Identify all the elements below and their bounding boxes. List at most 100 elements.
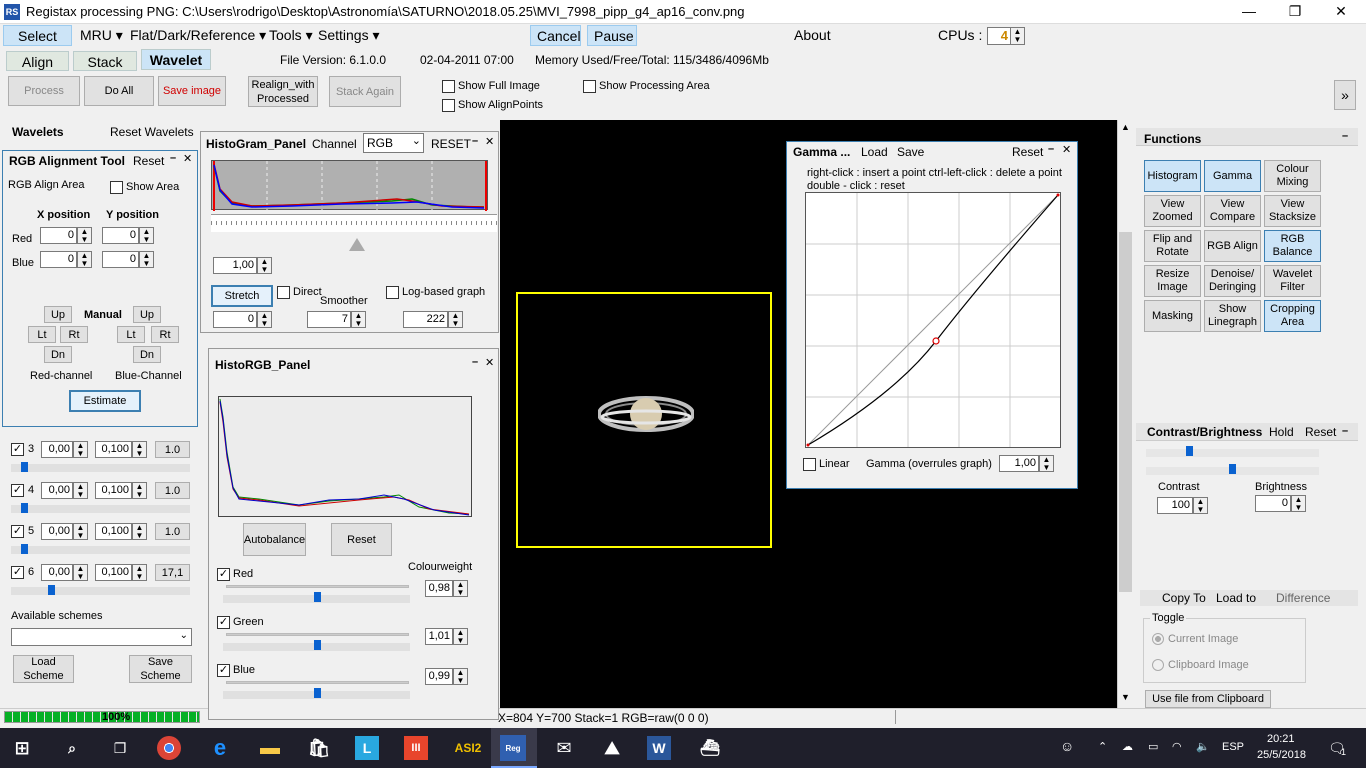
do-all-button[interactable]: Do All: [84, 76, 154, 106]
schemes-select[interactable]: ⌄: [11, 628, 192, 646]
chrome-icon[interactable]: [157, 736, 181, 760]
chevron-up-icon[interactable]: ⌃: [1098, 740, 1107, 753]
blue-slider-thumb[interactable]: [314, 688, 321, 698]
wavelet-denoise-spin-icon[interactable]: ▲ ▼: [73, 482, 88, 499]
cancel-button[interactable]: Cancel: [530, 25, 581, 46]
wavelet-sharpen-input[interactable]: 0,100: [95, 564, 132, 581]
canvas-scroll-thumb[interactable]: [1119, 232, 1132, 592]
contrast-input[interactable]: 100: [1157, 497, 1193, 514]
app-l-icon[interactable]: L: [355, 736, 379, 760]
onedrive-icon[interactable]: ☁: [1122, 740, 1133, 753]
wavelet-sharpen-spin-icon[interactable]: ▲ ▼: [132, 482, 147, 499]
close-panel-icon[interactable]: ✕: [183, 152, 192, 165]
wavelet-denoise-input[interactable]: 0,00: [41, 564, 73, 581]
edge-icon[interactable]: e: [206, 734, 234, 762]
search-icon[interactable]: ⌕: [58, 734, 86, 762]
wavelet-sharpen-input[interactable]: 0,100: [95, 441, 132, 458]
wavelet-denoise-spin-icon[interactable]: ▲ ▼: [73, 523, 88, 540]
wavelet-slider-thumb[interactable]: [21, 462, 28, 472]
show-area-checkbox[interactable]: [110, 181, 123, 194]
wavelet-slider-track[interactable]: [11, 505, 190, 513]
histogram-high-spin-icon[interactable]: ▲ ▼: [448, 311, 463, 328]
show-full-image-checkbox[interactable]: [442, 80, 455, 93]
red-y-input[interactable]: 0: [102, 227, 139, 244]
red-x-input[interactable]: 0: [40, 227, 77, 244]
blue-dn-button[interactable]: Dn: [133, 346, 161, 363]
fn-colour-mixing-button[interactable]: Colour Mixing: [1264, 160, 1321, 192]
red-slider-thumb[interactable]: [314, 592, 321, 602]
wavelet-sharpen-input[interactable]: 0,100: [95, 523, 132, 540]
pause-button[interactable]: Pause: [587, 25, 637, 46]
load-scheme-button[interactable]: Load Scheme: [13, 655, 74, 683]
blue-rt-button[interactable]: Rt: [151, 326, 179, 343]
blue-weight-spin-icon[interactable]: ▲ ▼: [453, 668, 468, 685]
show-alignpoints-checkbox[interactable]: [442, 99, 455, 112]
wavelet-denoise-input[interactable]: 0,00: [41, 523, 73, 540]
contrast-spin-icon[interactable]: ▲ ▼: [1193, 497, 1208, 514]
tab-stack[interactable]: Stack: [73, 51, 137, 71]
autobalance-button[interactable]: Autobalance: [243, 523, 306, 556]
contrast-slider-thumb[interactable]: [1186, 446, 1193, 456]
asi-icon[interactable]: ASI2: [452, 734, 484, 762]
minimize-panel-icon[interactable]: –: [1048, 143, 1054, 155]
wavelet-amount-button[interactable]: 1.0: [155, 441, 190, 458]
minimize-panel-icon[interactable]: –: [1342, 130, 1348, 142]
tab-align[interactable]: Align: [6, 51, 69, 71]
wavelet-amount-button[interactable]: 17,1: [155, 564, 190, 581]
historgb-reset-button[interactable]: Reset: [331, 523, 392, 556]
gamma-load-button[interactable]: Load: [861, 145, 888, 159]
wavelet-sharpen-spin-icon[interactable]: ▲ ▼: [132, 441, 147, 458]
wavelet-slider-track[interactable]: [11, 546, 190, 554]
fn-masking-button[interactable]: Masking: [1144, 300, 1201, 332]
wavelet-denoise-input[interactable]: 0,00: [41, 482, 73, 499]
flat-dark-menu[interactable]: Flat/Dark/Reference ▾: [124, 25, 272, 46]
tools-menu[interactable]: Tools ▾: [263, 25, 319, 46]
minimize-panel-icon[interactable]: –: [170, 152, 176, 164]
rgb-align-reset-button[interactable]: Reset: [133, 154, 164, 168]
wavelet-layer-checkbox[interactable]: [11, 484, 24, 497]
blue-lt-button[interactable]: Lt: [117, 326, 145, 343]
wavelet-slider-thumb[interactable]: [21, 503, 28, 513]
blue-x-input[interactable]: 0: [40, 251, 77, 268]
save-image-button[interactable]: Save image: [158, 76, 226, 106]
green-checkbox[interactable]: [217, 616, 230, 629]
contrast-reset-button[interactable]: Reset: [1305, 425, 1336, 439]
clipboard-image-radio[interactable]: [1152, 659, 1164, 671]
file-explorer-icon[interactable]: ▬: [256, 734, 284, 762]
clock-date[interactable]: 25/5/2018: [1257, 749, 1306, 761]
blue-checkbox[interactable]: [217, 664, 230, 677]
settings-menu[interactable]: Settings ▾: [312, 25, 386, 46]
brightness-spin-icon[interactable]: ▲ ▼: [1291, 495, 1306, 512]
brightness-input[interactable]: 0: [1255, 495, 1291, 512]
current-image-radio[interactable]: [1152, 633, 1164, 645]
histogram-value-spin-icon[interactable]: ▲ ▼: [257, 257, 272, 274]
gamma-graph[interactable]: [805, 192, 1061, 448]
wavelet-slider-track[interactable]: [11, 464, 190, 472]
red-checkbox[interactable]: [217, 568, 230, 581]
red-lt-button[interactable]: Lt: [28, 326, 56, 343]
histogram-low-input[interactable]: 0: [213, 311, 257, 328]
wavelet-denoise-spin-icon[interactable]: ▲ ▼: [73, 441, 88, 458]
wavelet-layer-checkbox[interactable]: [11, 566, 24, 579]
gamma-value-spin-icon[interactable]: ▲ ▼: [1039, 455, 1054, 472]
red-weight-input[interactable]: 0,98: [425, 580, 453, 597]
green-slider-thumb[interactable]: [314, 640, 321, 650]
tab-wavelet[interactable]: Wavelet: [141, 49, 211, 70]
fn-cropping-area-button[interactable]: Cropping Area: [1264, 300, 1321, 332]
clock-time[interactable]: 20:21: [1267, 733, 1295, 745]
wavelet-denoise-spin-icon[interactable]: ▲ ▼: [73, 564, 88, 581]
green-weight-spin-icon[interactable]: ▲ ▼: [453, 628, 468, 645]
channel-select[interactable]: RGB ⌄: [363, 133, 424, 153]
green-weight-input[interactable]: 1,01: [425, 628, 453, 645]
green-slider-track[interactable]: [226, 633, 409, 636]
blue-y-spin-icon[interactable]: ▲ ▼: [139, 251, 154, 268]
task-view-icon[interactable]: ❐: [106, 734, 134, 762]
fn-rgb-align-button[interactable]: RGB Align: [1204, 230, 1261, 262]
log-graph-checkbox[interactable]: [386, 286, 399, 299]
use-file-clipboard-button[interactable]: Use file from Clipboard: [1145, 690, 1271, 708]
load-to-button[interactable]: Load to: [1216, 591, 1256, 605]
red-slider-track[interactable]: [226, 585, 409, 588]
fn-resize-image-button[interactable]: Resize Image: [1144, 265, 1201, 297]
histogram-graph[interactable]: [211, 160, 488, 211]
wavelet-sharpen-spin-icon[interactable]: ▲ ▼: [132, 564, 147, 581]
